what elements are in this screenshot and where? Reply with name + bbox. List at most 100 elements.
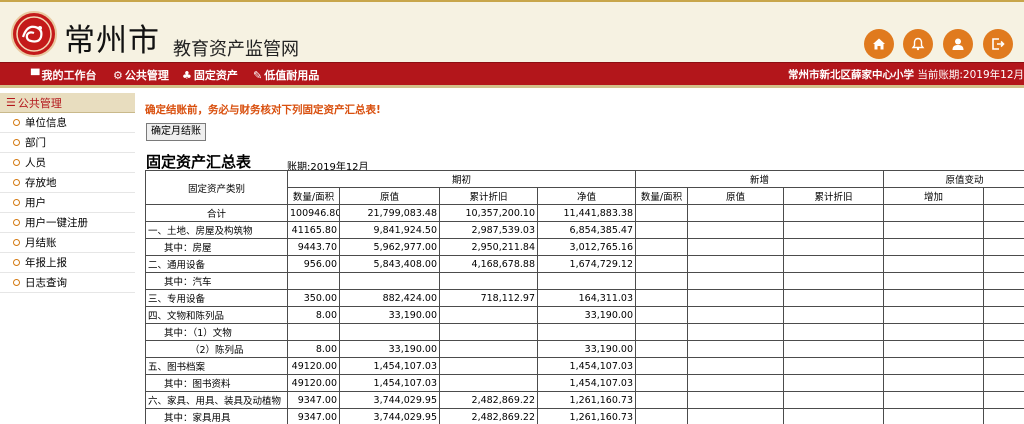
sidebar-item-personnel[interactable]: 人员 [0,153,135,173]
menu-icon: ☰ [6,96,16,109]
table-row: 其中：（1）文物 [145,323,1024,341]
cell-depreciation [439,357,538,375]
page-title: 固定资产汇总表 [146,153,252,171]
cell-quantity [287,323,340,341]
home-icon [873,38,885,50]
cell-depreciation: 718,112.97 [439,289,538,307]
bullet-icon [13,179,20,186]
nav-public-management[interactable]: ⚙ 公共管理 [113,67,169,83]
cell-category: 其中：（1）文物 [145,323,288,341]
table-row: 六、家具、用具、装具及动植物 9347.00 3,744,029.95 2,48… [145,391,1024,409]
city-emblem-logo [11,11,57,57]
cell-quantity: 49120.00 [287,357,340,375]
cell-original-value: 9,841,924.50 [339,221,440,239]
cell-category: 其中：家具用具 [145,408,288,424]
sidebar-header: ☰ 公共管理 [0,93,135,113]
header-initial-original-value: 原值 [339,187,440,205]
sitemap-icon: ♣ [182,68,192,82]
nav-low-value-items[interactable]: ✎ 低值耐用品 [253,67,319,83]
cell-depreciation [439,374,538,392]
cell-depreciation [439,272,538,290]
cell-original-value: 3,744,029.95 [339,391,440,409]
cell-category: 其中：汽车 [145,272,288,290]
cell-depreciation [439,323,538,341]
cell-depreciation: 2,482,869.22 [439,408,538,424]
cell-original-value: 5,962,977.00 [339,238,440,256]
confirm-monthly-closing-button[interactable]: 确定月结账 [146,123,206,141]
table-row: 其中：房屋 9443.70 5,962,977.00 2,950,211.84 … [145,238,1024,256]
cell-depreciation: 10,357,200.10 [439,204,538,222]
bullet-icon [13,239,20,246]
current-school-period: 常州市新北区薛家中心小学 当前账期:2019年12月 [788,67,1024,82]
header-initial-depreciation: 累计折旧 [439,187,538,205]
bell-icon [911,37,925,51]
cell-category: （2）陈列品 [145,340,288,358]
cell-quantity: 9347.00 [287,408,340,424]
cell-net-value: 1,454,107.03 [536,374,637,392]
nav-fixed-assets[interactable]: ♣ 固定资产 [182,67,238,83]
logout-icon [992,38,1005,50]
sidebar-item-unit-info[interactable]: 单位信息 [0,113,135,133]
cell-depreciation: 4,168,678.88 [439,255,538,273]
cell-category: 一、土地、房屋及构筑物 [145,221,288,239]
cell-depreciation [439,340,538,358]
nav-divider [0,85,1024,88]
cell-quantity: 9443.70 [287,238,340,256]
header-new-original-value: 原值 [687,187,785,205]
header-group-value-change: 原值变动 [883,170,1024,188]
cell-category: 三、专用设备 [145,289,288,307]
nav-workbench[interactable]: ▀ 我的工作台 [31,67,96,83]
app-header: 常州市 教育资产监管网 [0,0,1024,62]
table-row: 五、图书档案 49120.00 1,454,107.03 1,454,107.0… [145,357,1024,375]
cell-category: 二、通用设备 [145,255,288,273]
sidebar-item-user-quick-register[interactable]: 用户一键注册 [0,213,135,233]
sidebar-item-monthly-closing[interactable]: 月结账 [0,233,135,253]
logout-button[interactable] [983,29,1013,59]
school-name: 常州市新北区薛家中心小学 [788,69,915,81]
home-button[interactable] [864,29,894,59]
table-row: 一、土地、房屋及构筑物 41165.80 9,841,924.50 2,987,… [145,221,1024,239]
cell-net-value: 33,190.00 [536,306,637,324]
cell-quantity: 49120.00 [287,374,340,392]
table-row: 其中：图书资料 49120.00 1,454,107.03 1,454,107.… [145,374,1024,392]
header-initial-net-value: 净值 [536,187,637,205]
cell-quantity: 8.00 [287,340,340,358]
sidebar-item-log-query[interactable]: 日志查询 [0,273,135,293]
notification-button[interactable] [903,29,933,59]
city-name: 常州市 [64,23,160,59]
header-change-extra [983,187,1024,205]
cell-net-value: 33,190.00 [536,340,637,358]
sidebar-item-storage-location[interactable]: 存放地 [0,173,135,193]
bullet-icon [13,279,20,286]
cell-original-value: 882,424.00 [339,289,440,307]
header-category: 固定资产类别 [145,170,288,205]
header-group-initial: 期初 [286,170,637,188]
sidebar-item-users[interactable]: 用户 [0,193,135,213]
cell-net-value: 3,012,765.16 [536,238,637,256]
cell-original-value: 1,454,107.03 [339,374,440,392]
table-row: 合计 100946.80 21,799,083.48 10,357,200.10… [145,204,1024,222]
sidebar-item-annual-report[interactable]: 年报上报 [0,253,135,273]
cell-net-value [536,272,637,290]
cell-net-value: 6,854,385.47 [536,221,637,239]
table-row: 其中：家具用具 9347.00 3,744,029.95 2,482,869.2… [145,408,1024,424]
wrench-icon: ✎ [253,68,263,82]
table-row: 其中：汽车 [145,272,1024,290]
cell-category: 六、家具、用具、装具及动植物 [145,391,288,409]
profile-button[interactable] [943,29,973,59]
cell-depreciation: 2,482,869.22 [439,391,538,409]
sidebar-item-department[interactable]: 部门 [0,133,135,153]
table-row: 三、专用设备 350.00 882,424.00 718,112.97 164,… [145,289,1024,307]
cell-original-value: 1,454,107.03 [339,357,440,375]
cell-net-value [536,323,637,341]
cell-quantity: 8.00 [287,306,340,324]
cell-original-value: 21,799,083.48 [339,204,440,222]
cell-net-value: 11,441,883.38 [536,204,637,222]
site-title: 教育资产监管网 [173,39,299,60]
cell-net-value: 1,261,160.73 [536,391,637,409]
gear-icon: ⚙ [113,68,123,82]
bullet-icon [13,219,20,226]
main-content: 确定结账前，务必与财务核对下列固定资产汇总表! 确定月结账 固定资产汇总表 账期… [145,93,1024,424]
cell-quantity: 956.00 [287,255,340,273]
cell-depreciation: 2,987,539.03 [439,221,538,239]
